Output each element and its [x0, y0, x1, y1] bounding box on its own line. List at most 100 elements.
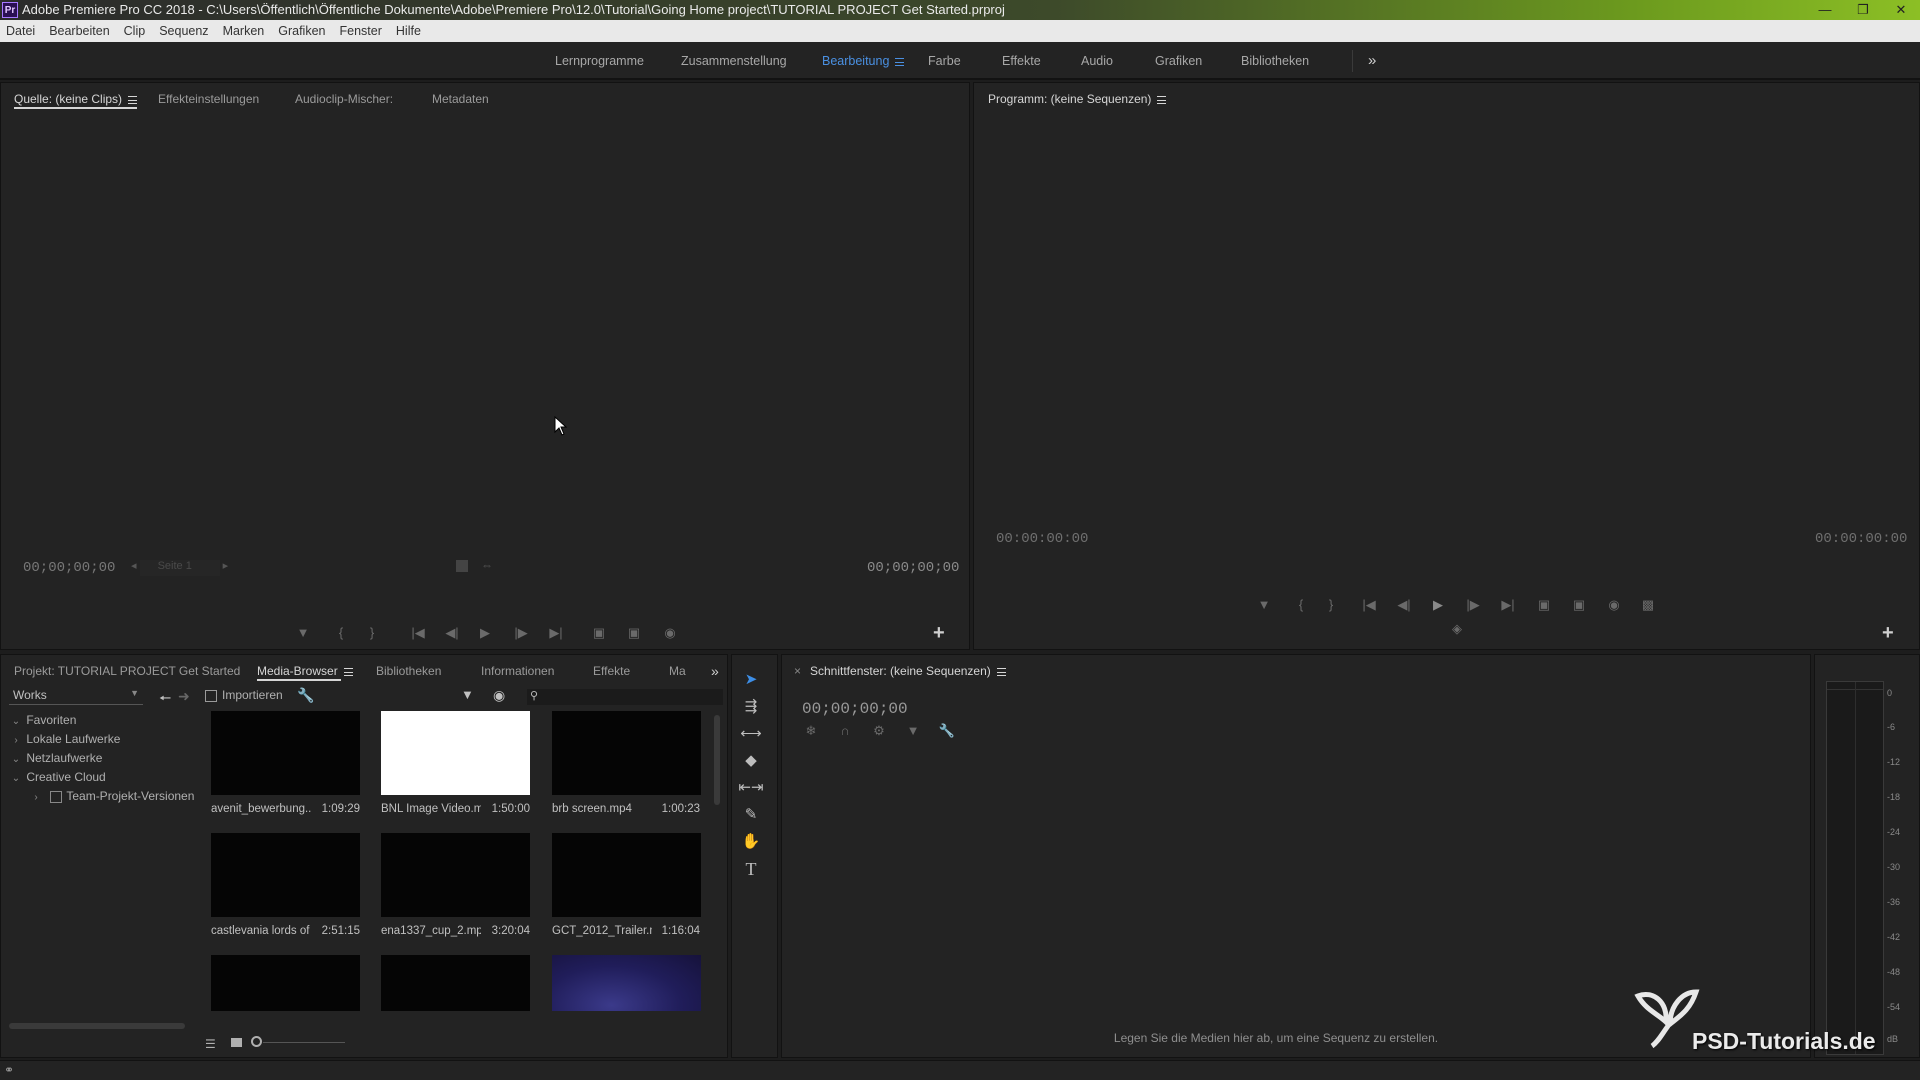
- file-thumbnail[interactable]: [552, 955, 701, 1011]
- program-step-back-icon[interactable]: ◀|: [1394, 597, 1414, 613]
- menu-datei[interactable]: Datei: [6, 20, 35, 42]
- tab-libraries[interactable]: Bibliotheken: [376, 655, 441, 687]
- forward-arrow-icon[interactable]: ➜: [178, 688, 190, 705]
- timeline-settings-wrench-icon[interactable]: 🔧: [937, 723, 957, 739]
- selection-tool-icon[interactable]: ➤: [732, 667, 770, 693]
- minimize-icon[interactable]: —: [1806, 0, 1844, 20]
- source-fit-select[interactable]: ◂ Seite 1 ▸: [131, 559, 228, 576]
- zoom-slider-track[interactable]: [263, 1042, 345, 1043]
- wrench-icon[interactable]: 🔧: [297, 687, 314, 704]
- tab-media-browser[interactable]: Media-Browser: [257, 655, 353, 687]
- program-step-forward-icon[interactable]: |▶: [1463, 597, 1483, 613]
- tree-item-lokale-laufwerke[interactable]: › Lokale Laufwerke: [9, 730, 120, 749]
- workspace-farbe[interactable]: Farbe: [928, 42, 961, 80]
- tree-item-team-projekt-versionen[interactable]: › Team-Projekt-Versionen: [29, 787, 194, 806]
- source-panel-menu-icon[interactable]: [128, 95, 138, 104]
- thumbnail-vertical-scrollbar[interactable]: [714, 715, 720, 805]
- program-add-button-icon[interactable]: +: [1882, 623, 1894, 643]
- step-back-icon[interactable]: ◀|: [442, 625, 462, 641]
- restore-icon[interactable]: ❐: [1844, 0, 1882, 20]
- source-settings-icon[interactable]: [456, 560, 468, 572]
- program-timecode-left[interactable]: 00:00:00:00: [996, 531, 1088, 547]
- import-checkbox[interactable]: [205, 690, 217, 702]
- source-timecode-left[interactable]: 00;00;00;00: [23, 560, 115, 576]
- file-thumbnail[interactable]: [552, 711, 701, 795]
- add-marker-icon[interactable]: ▼: [903, 723, 923, 739]
- razor-tool-icon[interactable]: ◆: [732, 748, 770, 774]
- file-thumbnail[interactable]: [211, 955, 360, 1011]
- tab-timeline[interactable]: Schnittfenster: (keine Sequenzen): [810, 655, 1006, 687]
- zoom-slider-handle[interactable]: [251, 1036, 262, 1047]
- icon-view-icon[interactable]: [231, 1038, 242, 1047]
- close-icon[interactable]: ✕: [1882, 0, 1920, 20]
- slip-tool-icon[interactable]: ⇤⇥: [732, 775, 770, 801]
- view-icon[interactable]: ◉: [493, 687, 505, 704]
- status-icon[interactable]: ⚭: [4, 1063, 14, 1077]
- filter-icon[interactable]: ▼: [461, 687, 474, 702]
- comparison-view-icon[interactable]: ▩: [1638, 597, 1658, 613]
- step-forward-icon[interactable]: |▶: [511, 625, 531, 641]
- timeline-menu-icon[interactable]: [996, 667, 1006, 676]
- close-icon[interactable]: ×: [794, 655, 801, 687]
- ripple-edit-tool-icon[interactable]: ⟷: [732, 721, 770, 747]
- nest-sequence-icon[interactable]: ❄: [801, 723, 821, 739]
- file-thumbnail[interactable]: [211, 711, 360, 795]
- menu-fenster[interactable]: Fenster: [340, 20, 382, 42]
- vr-video-icon[interactable]: ◈: [1447, 621, 1467, 637]
- workspace-bibliotheken[interactable]: Bibliotheken: [1241, 42, 1309, 80]
- overwrite-icon[interactable]: ▣: [624, 625, 644, 641]
- pen-tool-icon[interactable]: ✎: [732, 802, 770, 828]
- workspace-lernprogramme[interactable]: Lernprogramme: [555, 42, 644, 80]
- extract-icon[interactable]: ▣: [1569, 597, 1589, 613]
- tab-markers[interactable]: Ma: [669, 655, 686, 687]
- program-mark-out-icon[interactable]: }: [1321, 597, 1341, 613]
- tab-effects[interactable]: Effekte: [593, 655, 630, 687]
- menu-sequenz[interactable]: Sequenz: [159, 20, 208, 42]
- add-marker-icon[interactable]: ▼: [293, 625, 313, 641]
- menu-grafiken[interactable]: Grafiken: [278, 20, 325, 42]
- program-go-to-in-icon[interactable]: |◀: [1359, 597, 1379, 613]
- tab-project[interactable]: Projekt: TUTORIAL PROJECT Get Started: [14, 655, 240, 687]
- menu-hilfe[interactable]: Hilfe: [396, 20, 421, 42]
- program-export-frame-icon[interactable]: ◉: [1604, 597, 1624, 613]
- file-thumbnail[interactable]: [381, 955, 530, 1011]
- back-arrow-icon[interactable]: 🠔: [159, 688, 171, 712]
- file-thumbnail[interactable]: [552, 833, 701, 917]
- program-go-to-out-icon[interactable]: ▶|: [1498, 597, 1518, 613]
- workspace-audio[interactable]: Audio: [1081, 42, 1113, 80]
- media-browser-menu-icon[interactable]: [343, 667, 353, 676]
- file-thumbnail[interactable]: [381, 833, 530, 917]
- workspace-grafiken[interactable]: Grafiken: [1155, 42, 1202, 80]
- tab-effect-controls[interactable]: Effekteinstellungen: [158, 83, 259, 115]
- search-input[interactable]: ⚲: [527, 689, 723, 705]
- type-tool-icon[interactable]: T: [732, 856, 770, 882]
- menu-marken[interactable]: Marken: [223, 20, 265, 42]
- file-thumbnail[interactable]: [211, 833, 360, 917]
- menu-clip[interactable]: Clip: [124, 20, 146, 42]
- mark-in-icon[interactable]: {: [331, 625, 351, 641]
- linked-selection-icon[interactable]: ⚙: [869, 723, 889, 739]
- tab-program[interactable]: Programm: (keine Sequenzen): [988, 83, 1167, 115]
- workspace-bearbeitung[interactable]: Bearbeitung: [822, 42, 905, 80]
- workspace-effekte[interactable]: Effekte: [1002, 42, 1041, 80]
- workspace-menu-icon[interactable]: [895, 57, 905, 66]
- tree-horizontal-scrollbar[interactable]: [9, 1023, 185, 1029]
- tab-metadata[interactable]: Metadaten: [432, 83, 489, 115]
- go-to-out-icon[interactable]: ▶|: [546, 625, 566, 641]
- insert-icon[interactable]: ▣: [589, 625, 609, 641]
- location-select[interactable]: Works ▼: [9, 688, 143, 705]
- program-play-icon[interactable]: ▶: [1428, 597, 1448, 613]
- go-to-in-icon[interactable]: |◀: [408, 625, 428, 641]
- project-overflow-icon[interactable]: »: [711, 655, 719, 687]
- lift-icon[interactable]: ▣: [1534, 597, 1554, 613]
- snap-icon[interactable]: ∩: [835, 723, 855, 739]
- timeline-timecode[interactable]: 00;00;00;00: [802, 700, 908, 718]
- source-drag-icon[interactable]: ⇔: [481, 558, 493, 572]
- tree-item-netzlaufwerke[interactable]: ⌄ Netzlaufwerke: [9, 749, 103, 768]
- hand-tool-icon[interactable]: ✋: [732, 829, 770, 855]
- workspace-zusammenstellung[interactable]: Zusammenstellung: [681, 42, 787, 80]
- list-view-icon[interactable]: ☰: [205, 1037, 216, 1051]
- program-mark-in-icon[interactable]: {: [1291, 597, 1311, 613]
- mark-out-icon[interactable]: }: [362, 625, 382, 641]
- tab-source[interactable]: Quelle: (keine Clips): [14, 83, 138, 115]
